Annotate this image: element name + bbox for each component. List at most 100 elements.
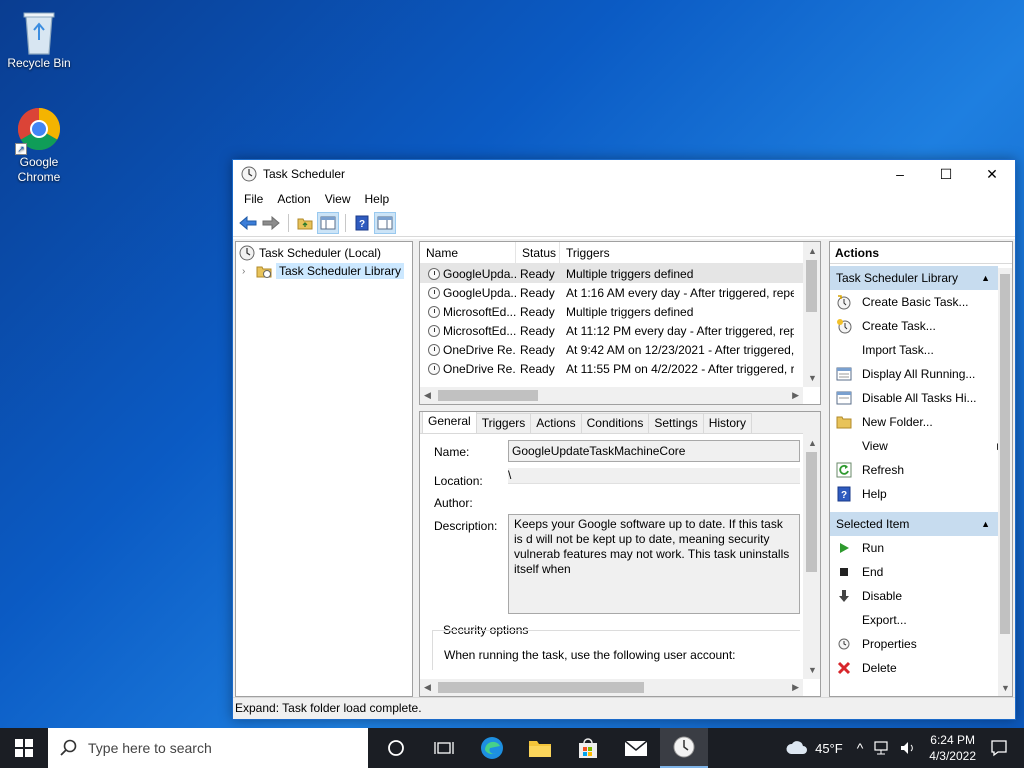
scrollbar-thumb[interactable] [806,452,817,572]
taskbar-clock[interactable]: 6:24 PM 4/3/2022 [929,732,976,764]
scroll-up-arrow-icon[interactable]: ▲ [808,246,817,256]
toolbar-separator [345,214,346,232]
action-disable[interactable]: Disable [830,584,1012,608]
action-export[interactable]: Export... [830,608,1012,632]
clock-time: 6:24 PM [930,733,975,747]
actions-vertical-scrollbar[interactable]: ▼ [998,268,1012,696]
table-row[interactable]: OneDrive Re... Ready At 9:42 AM on 12/23… [420,340,820,359]
maximize-button[interactable]: ☐ [923,160,969,188]
tab-actions[interactable]: Actions [530,413,582,433]
action-end[interactable]: End [830,560,1012,584]
action-run[interactable]: Run [830,536,1012,560]
notification-center-icon[interactable] [990,739,1008,757]
details-vertical-scrollbar[interactable]: ▲ ▼ [803,412,820,679]
tab-conditions[interactable]: Conditions [580,413,650,433]
weather-cloud-icon[interactable] [785,740,809,756]
table-row[interactable]: GoogleUpda... Ready Multiple triggers de… [420,264,820,283]
tree-item-task-scheduler-local[interactable]: Task Scheduler (Local) [236,244,412,262]
title-bar[interactable]: Task Scheduler – ☐ ✕ [233,160,1015,188]
scrollbar-thumb[interactable] [806,260,817,312]
tab-history[interactable]: History [702,413,753,433]
close-button[interactable]: ✕ [969,160,1015,188]
running-tasks-icon [836,366,852,382]
scroll-left-arrow-icon[interactable]: ◀ [424,390,431,401]
scroll-down-arrow-icon[interactable]: ▼ [808,665,817,675]
task-list-vertical-scrollbar[interactable]: ▲ ▼ [803,242,820,387]
action-refresh[interactable]: Refresh [830,458,1012,482]
scroll-down-arrow-icon[interactable]: ▼ [808,373,817,383]
edge-taskbar-button[interactable] [468,728,516,768]
mail-taskbar-button[interactable] [612,728,660,768]
action-view[interactable]: View ▶ [830,434,1012,458]
show-hidden-icons-chevron-icon[interactable]: ^ [857,740,864,756]
scrollbar-thumb[interactable] [438,390,538,401]
menu-action[interactable]: Action [270,192,317,206]
menu-help[interactable]: Help [358,192,397,206]
show-hide-console-tree-button[interactable] [317,212,339,234]
action-delete[interactable]: Delete [830,656,1012,680]
volume-icon[interactable] [899,740,917,756]
tab-general[interactable]: General [422,412,477,433]
table-row[interactable]: OneDrive Re... Ready At 11:55 PM on 4/2/… [420,359,820,378]
forward-button[interactable] [260,212,282,234]
column-header-name[interactable]: Name [420,242,516,264]
menu-file[interactable]: File [237,192,270,206]
back-button[interactable] [237,212,259,234]
action-label: Display All Running... [862,367,976,381]
action-label: Properties [862,637,917,651]
section-label: Task Scheduler Library [836,271,959,285]
description-field[interactable]: Keeps your Google software up to date. I… [508,514,800,614]
section-selected-item[interactable]: Selected Item ▲ [830,512,998,536]
name-field[interactable]: GoogleUpdateTaskMachineCore [508,440,800,462]
scrollbar-thumb[interactable] [1000,274,1010,634]
action-properties[interactable]: Properties [830,632,1012,656]
tab-settings[interactable]: Settings [648,413,704,433]
scroll-left-arrow-icon[interactable]: ◀ [424,682,431,693]
table-row[interactable]: MicrosoftEd... Ready Multiple triggers d… [420,302,820,321]
collapse-arrow-icon[interactable]: ▲ [981,519,990,529]
file-explorer-taskbar-button[interactable] [516,728,564,768]
network-icon[interactable] [873,740,891,756]
task-scheduler-clock-icon [673,736,695,758]
microsoft-store-taskbar-button[interactable] [564,728,612,768]
action-create-task[interactable]: Create Task... [830,314,1012,338]
start-button[interactable] [0,728,48,768]
action-create-basic-task[interactable]: Create Basic Task... [830,290,1012,314]
task-view-button[interactable] [420,728,468,768]
tab-triggers[interactable]: Triggers [475,413,532,433]
action-new-folder[interactable]: New Folder... [830,410,1012,434]
menu-view[interactable]: View [318,192,358,206]
collapse-arrow-icon[interactable]: ▲ [981,273,990,283]
task-scheduler-taskbar-button[interactable] [660,728,708,768]
column-header-status[interactable]: Status [516,242,560,264]
google-chrome-desktop-icon[interactable]: ↗ Google Chrome [1,107,77,185]
column-header-triggers[interactable]: Triggers [560,242,802,264]
location-field[interactable]: \ [508,468,800,484]
tree-item-label: Task Scheduler (Local) [259,246,382,260]
table-row[interactable]: GoogleUpda... Ready At 1:16 AM every day… [420,283,820,302]
minimize-button[interactable]: – [877,160,923,188]
task-list-horizontal-scrollbar[interactable]: ◀ ▶ [420,387,803,404]
scroll-right-arrow-icon[interactable]: ▶ [792,682,799,693]
action-import-task[interactable]: Import Task... [830,338,1012,362]
taskbar-search-box[interactable]: Type here to search [48,728,368,768]
recycle-bin-desktop-icon[interactable]: Recycle Bin [1,8,77,71]
chevron-right-icon[interactable]: › [242,266,256,277]
tree-item-task-scheduler-library[interactable]: › Task Scheduler Library [236,262,412,280]
task-clock-icon [428,343,440,356]
table-row[interactable]: MicrosoftEd... Ready At 11:12 PM every d… [420,321,820,340]
action-help[interactable]: ? Help [830,482,1012,506]
weather-temperature[interactable]: 45°F [815,741,843,756]
details-horizontal-scrollbar[interactable]: ◀ ▶ [420,679,803,696]
show-hide-action-pane-button[interactable] [374,212,396,234]
scroll-up-arrow-icon[interactable]: ▲ [808,438,817,448]
section-task-scheduler-library[interactable]: Task Scheduler Library ▲ [830,266,998,290]
cortana-button[interactable] [372,728,420,768]
scroll-down-arrow-icon[interactable]: ▼ [1001,683,1010,693]
help-button[interactable]: ? [351,212,373,234]
scroll-right-arrow-icon[interactable]: ▶ [792,390,799,401]
action-display-all-running[interactable]: Display All Running... [830,362,1012,386]
scrollbar-thumb[interactable] [438,682,644,693]
action-disable-all-tasks-history[interactable]: Disable All Tasks Hi... [830,386,1012,410]
up-folder-button[interactable] [294,212,316,234]
